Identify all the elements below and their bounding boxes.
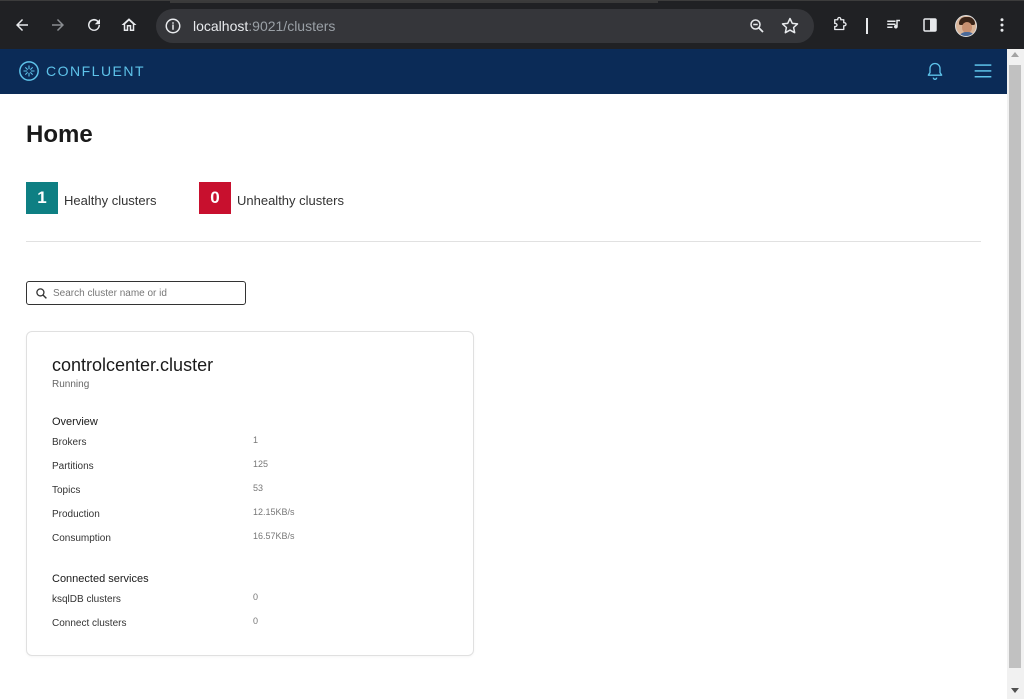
- url-text[interactable]: localhost:9021/clusters: [193, 18, 335, 34]
- address-bar[interactable]: localhost:9021/clusters: [156, 9, 814, 43]
- overview-label: Production: [52, 509, 100, 520]
- overview-value: 125: [253, 459, 269, 469]
- healthy-clusters-label: Healthy clusters: [64, 192, 157, 208]
- cluster-search[interactable]: [26, 281, 246, 305]
- zoom-icon[interactable]: [748, 17, 766, 35]
- overview-value: 1: [253, 435, 259, 445]
- cluster-name[interactable]: controlcenter.cluster: [52, 355, 213, 376]
- media-queue-icon: [887, 19, 900, 29]
- healthy-count-badge: 1: [26, 182, 58, 214]
- section-divider: [26, 241, 981, 242]
- home-icon: [121, 18, 137, 31]
- cluster-card[interactable]: controlcenter.cluster Running Overview B…: [26, 331, 474, 656]
- side-panel-icon: [923, 18, 937, 32]
- site-info-icon[interactable]: [164, 17, 182, 35]
- overview-label: Brokers: [52, 437, 87, 448]
- browser-menu-button[interactable]: [991, 14, 1013, 36]
- reload-button[interactable]: [83, 14, 105, 36]
- reload-icon: [88, 18, 100, 31]
- home-button[interactable]: [118, 14, 140, 36]
- scroll-up-arrow[interactable]: [1011, 52, 1019, 57]
- notifications-bell-icon[interactable]: [925, 61, 945, 81]
- side-panel-button[interactable]: [919, 14, 941, 36]
- unhealthy-clusters-stat[interactable]: 0 Unhealthy clusters: [199, 182, 344, 214]
- overview-value: 16.57KB/s: [253, 531, 295, 541]
- toolbar-separator: [866, 18, 868, 34]
- overview-label: Consumption: [52, 533, 111, 544]
- search-icon: [36, 288, 47, 299]
- back-button[interactable]: [11, 14, 33, 36]
- page-scrollbar[interactable]: [1007, 49, 1024, 699]
- scroll-down-arrow[interactable]: [1011, 688, 1019, 693]
- confluent-logo[interactable]: CONFLUENT: [18, 60, 145, 82]
- extensions-button[interactable]: [829, 14, 851, 36]
- cluster-status: Running: [52, 379, 90, 390]
- search-input[interactable]: [53, 285, 241, 301]
- arrow-left-icon: [16, 19, 28, 31]
- url-host: localhost: [193, 18, 249, 34]
- unhealthy-clusters-label: Unhealthy clusters: [237, 192, 344, 208]
- overview-label: Partitions: [52, 461, 94, 472]
- forward-button[interactable]: [47, 14, 69, 36]
- logo-text: CONFLUENT: [46, 63, 146, 79]
- overview-value: 53: [253, 483, 264, 493]
- tab-strip-edge: [170, 1, 658, 3]
- url-path: :9021/clusters: [248, 18, 336, 34]
- bookmark-star-icon[interactable]: [780, 16, 800, 36]
- service-value: 0: [253, 592, 259, 602]
- overview-title: Overview: [52, 416, 98, 428]
- service-label: ksqlDB clusters: [52, 594, 121, 605]
- scrollbar-thumb[interactable]: [1009, 65, 1021, 668]
- puzzle-piece-icon: [834, 16, 847, 31]
- page-title: Home: [26, 121, 93, 148]
- overview-value: 12.15KB/s: [253, 507, 295, 517]
- kebab-menu-icon: [1000, 18, 1004, 32]
- browser-toolbar: localhost:9021/clusters: [0, 0, 1024, 49]
- unhealthy-count-badge: 0: [199, 182, 231, 214]
- confluent-logo-icon: [19, 61, 39, 81]
- profile-avatar[interactable]: [955, 15, 977, 37]
- media-control-button[interactable]: [883, 14, 905, 36]
- overview-label: Topics: [52, 485, 81, 496]
- service-value: 0: [253, 616, 259, 626]
- connected-services-title: Connected services: [52, 573, 149, 585]
- service-label: Connect clusters: [52, 618, 127, 629]
- hamburger-menu-icon[interactable]: [973, 61, 993, 81]
- arrow-right-icon: [52, 19, 64, 31]
- app-header: CONFLUENT: [0, 49, 1007, 94]
- healthy-clusters-stat[interactable]: 1 Healthy clusters: [26, 182, 156, 214]
